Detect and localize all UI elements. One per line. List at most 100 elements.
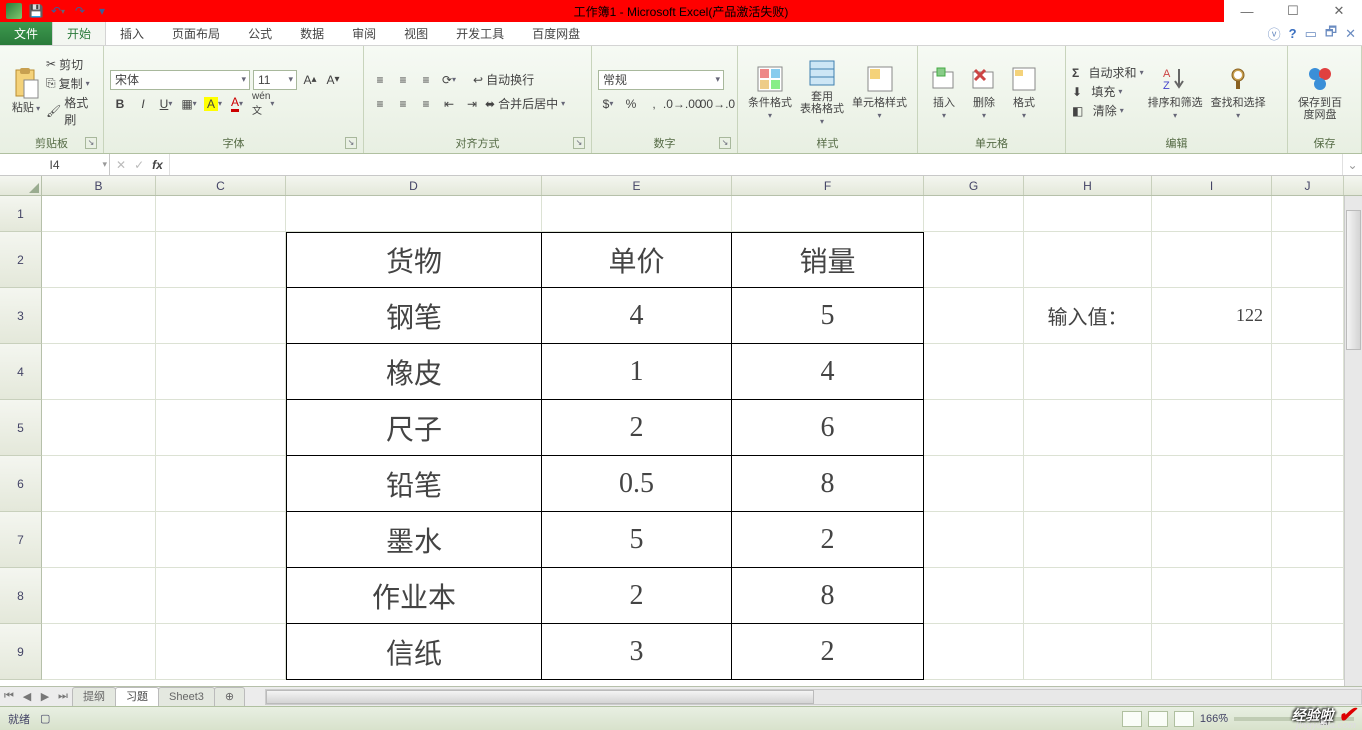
cell-C7[interactable]	[156, 512, 286, 568]
font-launcher[interactable]: ↘	[345, 137, 357, 149]
indent-dec-button[interactable]: ⇤	[439, 94, 459, 114]
cell-B7[interactable]	[42, 512, 156, 568]
cell-D4[interactable]: 橡皮	[286, 344, 542, 400]
cell-H2[interactable]	[1024, 232, 1152, 288]
inc-decimal-button[interactable]: .0→.00	[667, 94, 698, 114]
close-button[interactable]: ✕	[1316, 0, 1362, 22]
ribbon-window-icon[interactable]: 🗗	[1325, 23, 1337, 45]
cell-E6[interactable]: 0.5	[542, 456, 732, 512]
align-right-button[interactable]: ≡	[416, 94, 436, 114]
cell-F7[interactable]: 2	[732, 512, 924, 568]
cell-G6[interactable]	[924, 456, 1024, 512]
fx-cancel-icon[interactable]: ✕	[116, 158, 126, 172]
align-center-button[interactable]: ≡	[393, 94, 413, 114]
cell-I3[interactable]: 122	[1152, 288, 1272, 344]
cell-H1[interactable]	[1024, 196, 1152, 232]
cell-H7[interactable]	[1024, 512, 1152, 568]
row-header-9[interactable]: 9	[0, 624, 42, 680]
cell-F9[interactable]: 2	[732, 624, 924, 680]
cell-J7[interactable]	[1272, 512, 1344, 568]
cell-C4[interactable]	[156, 344, 286, 400]
col-header-F[interactable]: F	[732, 176, 924, 195]
cell-E2[interactable]: 单价	[542, 232, 732, 288]
italic-button[interactable]: I	[133, 94, 153, 114]
cell-C3[interactable]	[156, 288, 286, 344]
cell-G2[interactable]	[924, 232, 1024, 288]
shrink-font-button[interactable]: A▾	[323, 70, 343, 90]
cell-C9[interactable]	[156, 624, 286, 680]
tab-developer[interactable]: 开发工具	[442, 22, 518, 45]
tab-pagelayout[interactable]: 页面布局	[158, 22, 234, 45]
view-normal-button[interactable]	[1122, 711, 1142, 727]
tab-view[interactable]: 视图	[390, 22, 442, 45]
border-button[interactable]: ▦	[179, 94, 199, 114]
cell-G7[interactable]	[924, 512, 1024, 568]
ribbon-opts-icon[interactable]: ▭	[1305, 26, 1317, 42]
align-top-button[interactable]: ≡	[370, 70, 390, 90]
col-header-C[interactable]: C	[156, 176, 286, 195]
cell-B4[interactable]	[42, 344, 156, 400]
font-size-select[interactable]: 11	[253, 70, 297, 90]
table-format-button[interactable]: 套用表格格式	[796, 55, 848, 128]
col-header-B[interactable]: B	[42, 176, 156, 195]
cell-B6[interactable]	[42, 456, 156, 512]
sheet-tab-1[interactable]: 习题	[115, 687, 159, 706]
new-sheet-button[interactable]: ⊕	[214, 687, 245, 706]
cond-format-button[interactable]: 条件格式	[744, 61, 796, 122]
cell-J5[interactable]	[1272, 400, 1344, 456]
insert-cells-button[interactable]: 插入	[924, 61, 964, 122]
cell-I2[interactable]	[1152, 232, 1272, 288]
view-pagebreak-button[interactable]	[1174, 711, 1194, 727]
cell-G3[interactable]	[924, 288, 1024, 344]
cell-F3[interactable]: 5	[732, 288, 924, 344]
cell-J8[interactable]	[1272, 568, 1344, 624]
format-cells-button[interactable]: 格式	[1004, 61, 1044, 122]
sheet-tab-2[interactable]: Sheet3	[158, 687, 215, 706]
horizontal-scrollbar[interactable]	[265, 689, 1362, 705]
number-launcher[interactable]: ↘	[719, 137, 731, 149]
cell-I4[interactable]	[1152, 344, 1272, 400]
sheet-nav-next[interactable]: ▶	[36, 690, 54, 703]
cell-I6[interactable]	[1152, 456, 1272, 512]
cell-G1[interactable]	[924, 196, 1024, 232]
cell-J3[interactable]	[1272, 288, 1344, 344]
cell-D6[interactable]: 铅笔	[286, 456, 542, 512]
macro-record-icon[interactable]: ▢	[40, 712, 50, 725]
ribbon-minimize-icon[interactable]: ⓥ	[1268, 24, 1281, 43]
cell-G8[interactable]	[924, 568, 1024, 624]
cell-D3[interactable]: 钢笔	[286, 288, 542, 344]
cell-F8[interactable]: 8	[732, 568, 924, 624]
vertical-scrollbar[interactable]	[1344, 196, 1362, 686]
view-pagelayout-button[interactable]	[1148, 711, 1168, 727]
bold-button[interactable]: B	[110, 94, 130, 114]
fx-icon[interactable]: fx	[152, 158, 163, 172]
fx-accept-icon[interactable]: ✓	[134, 158, 144, 172]
cell-D7[interactable]: 墨水	[286, 512, 542, 568]
cell-B1[interactable]	[42, 196, 156, 232]
cell-D5[interactable]: 尺子	[286, 400, 542, 456]
font-name-select[interactable]: 宋体	[110, 70, 250, 90]
cell-H4[interactable]	[1024, 344, 1152, 400]
orientation-button[interactable]: ⟳	[439, 70, 459, 90]
cell-I9[interactable]	[1152, 624, 1272, 680]
col-header-G[interactable]: G	[924, 176, 1024, 195]
cell-I1[interactable]	[1152, 196, 1272, 232]
cell-D8[interactable]: 作业本	[286, 568, 542, 624]
cell-C6[interactable]	[156, 456, 286, 512]
copy-button[interactable]: ⎘复制	[46, 75, 97, 92]
grow-font-button[interactable]: A▴	[300, 70, 320, 90]
help-icon[interactable]: ?	[1289, 26, 1297, 41]
tab-baidu[interactable]: 百度网盘	[518, 22, 594, 45]
cell-F1[interactable]	[732, 196, 924, 232]
indent-inc-button[interactable]: ⇥	[462, 94, 482, 114]
font-color-button[interactable]: A	[227, 94, 247, 114]
sheet-nav-last[interactable]: ⏭	[54, 690, 72, 703]
cell-I8[interactable]	[1152, 568, 1272, 624]
underline-button[interactable]: U	[156, 94, 176, 114]
col-header-D[interactable]: D	[286, 176, 542, 195]
cell-J6[interactable]	[1272, 456, 1344, 512]
ribbon-close-icon[interactable]: ✕	[1345, 26, 1356, 42]
select-all-corner[interactable]	[0, 176, 42, 195]
clear-button[interactable]: ◧ 清除	[1072, 102, 1144, 119]
align-left-button[interactable]: ≡	[370, 94, 390, 114]
